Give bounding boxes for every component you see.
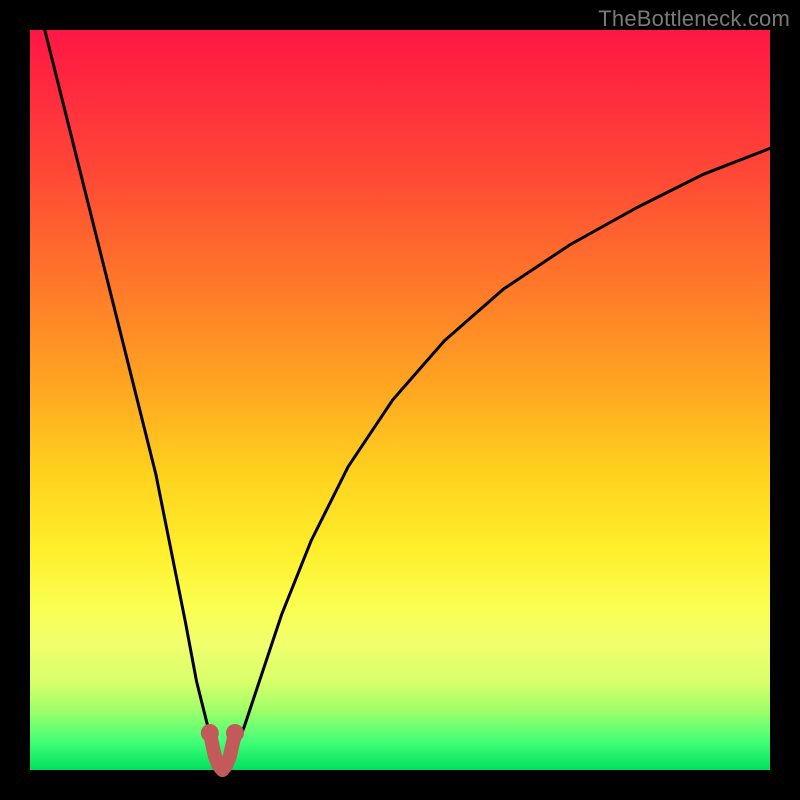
bottleneck-curve (45, 30, 770, 770)
chart-frame: TheBottleneck.com (0, 0, 800, 800)
curve-layer (30, 30, 770, 770)
optimal-range-end-dot (226, 724, 244, 742)
optimal-range-start-dot (201, 724, 219, 742)
plot-area (30, 30, 770, 770)
watermark-label: TheBottleneck.com (598, 6, 790, 32)
